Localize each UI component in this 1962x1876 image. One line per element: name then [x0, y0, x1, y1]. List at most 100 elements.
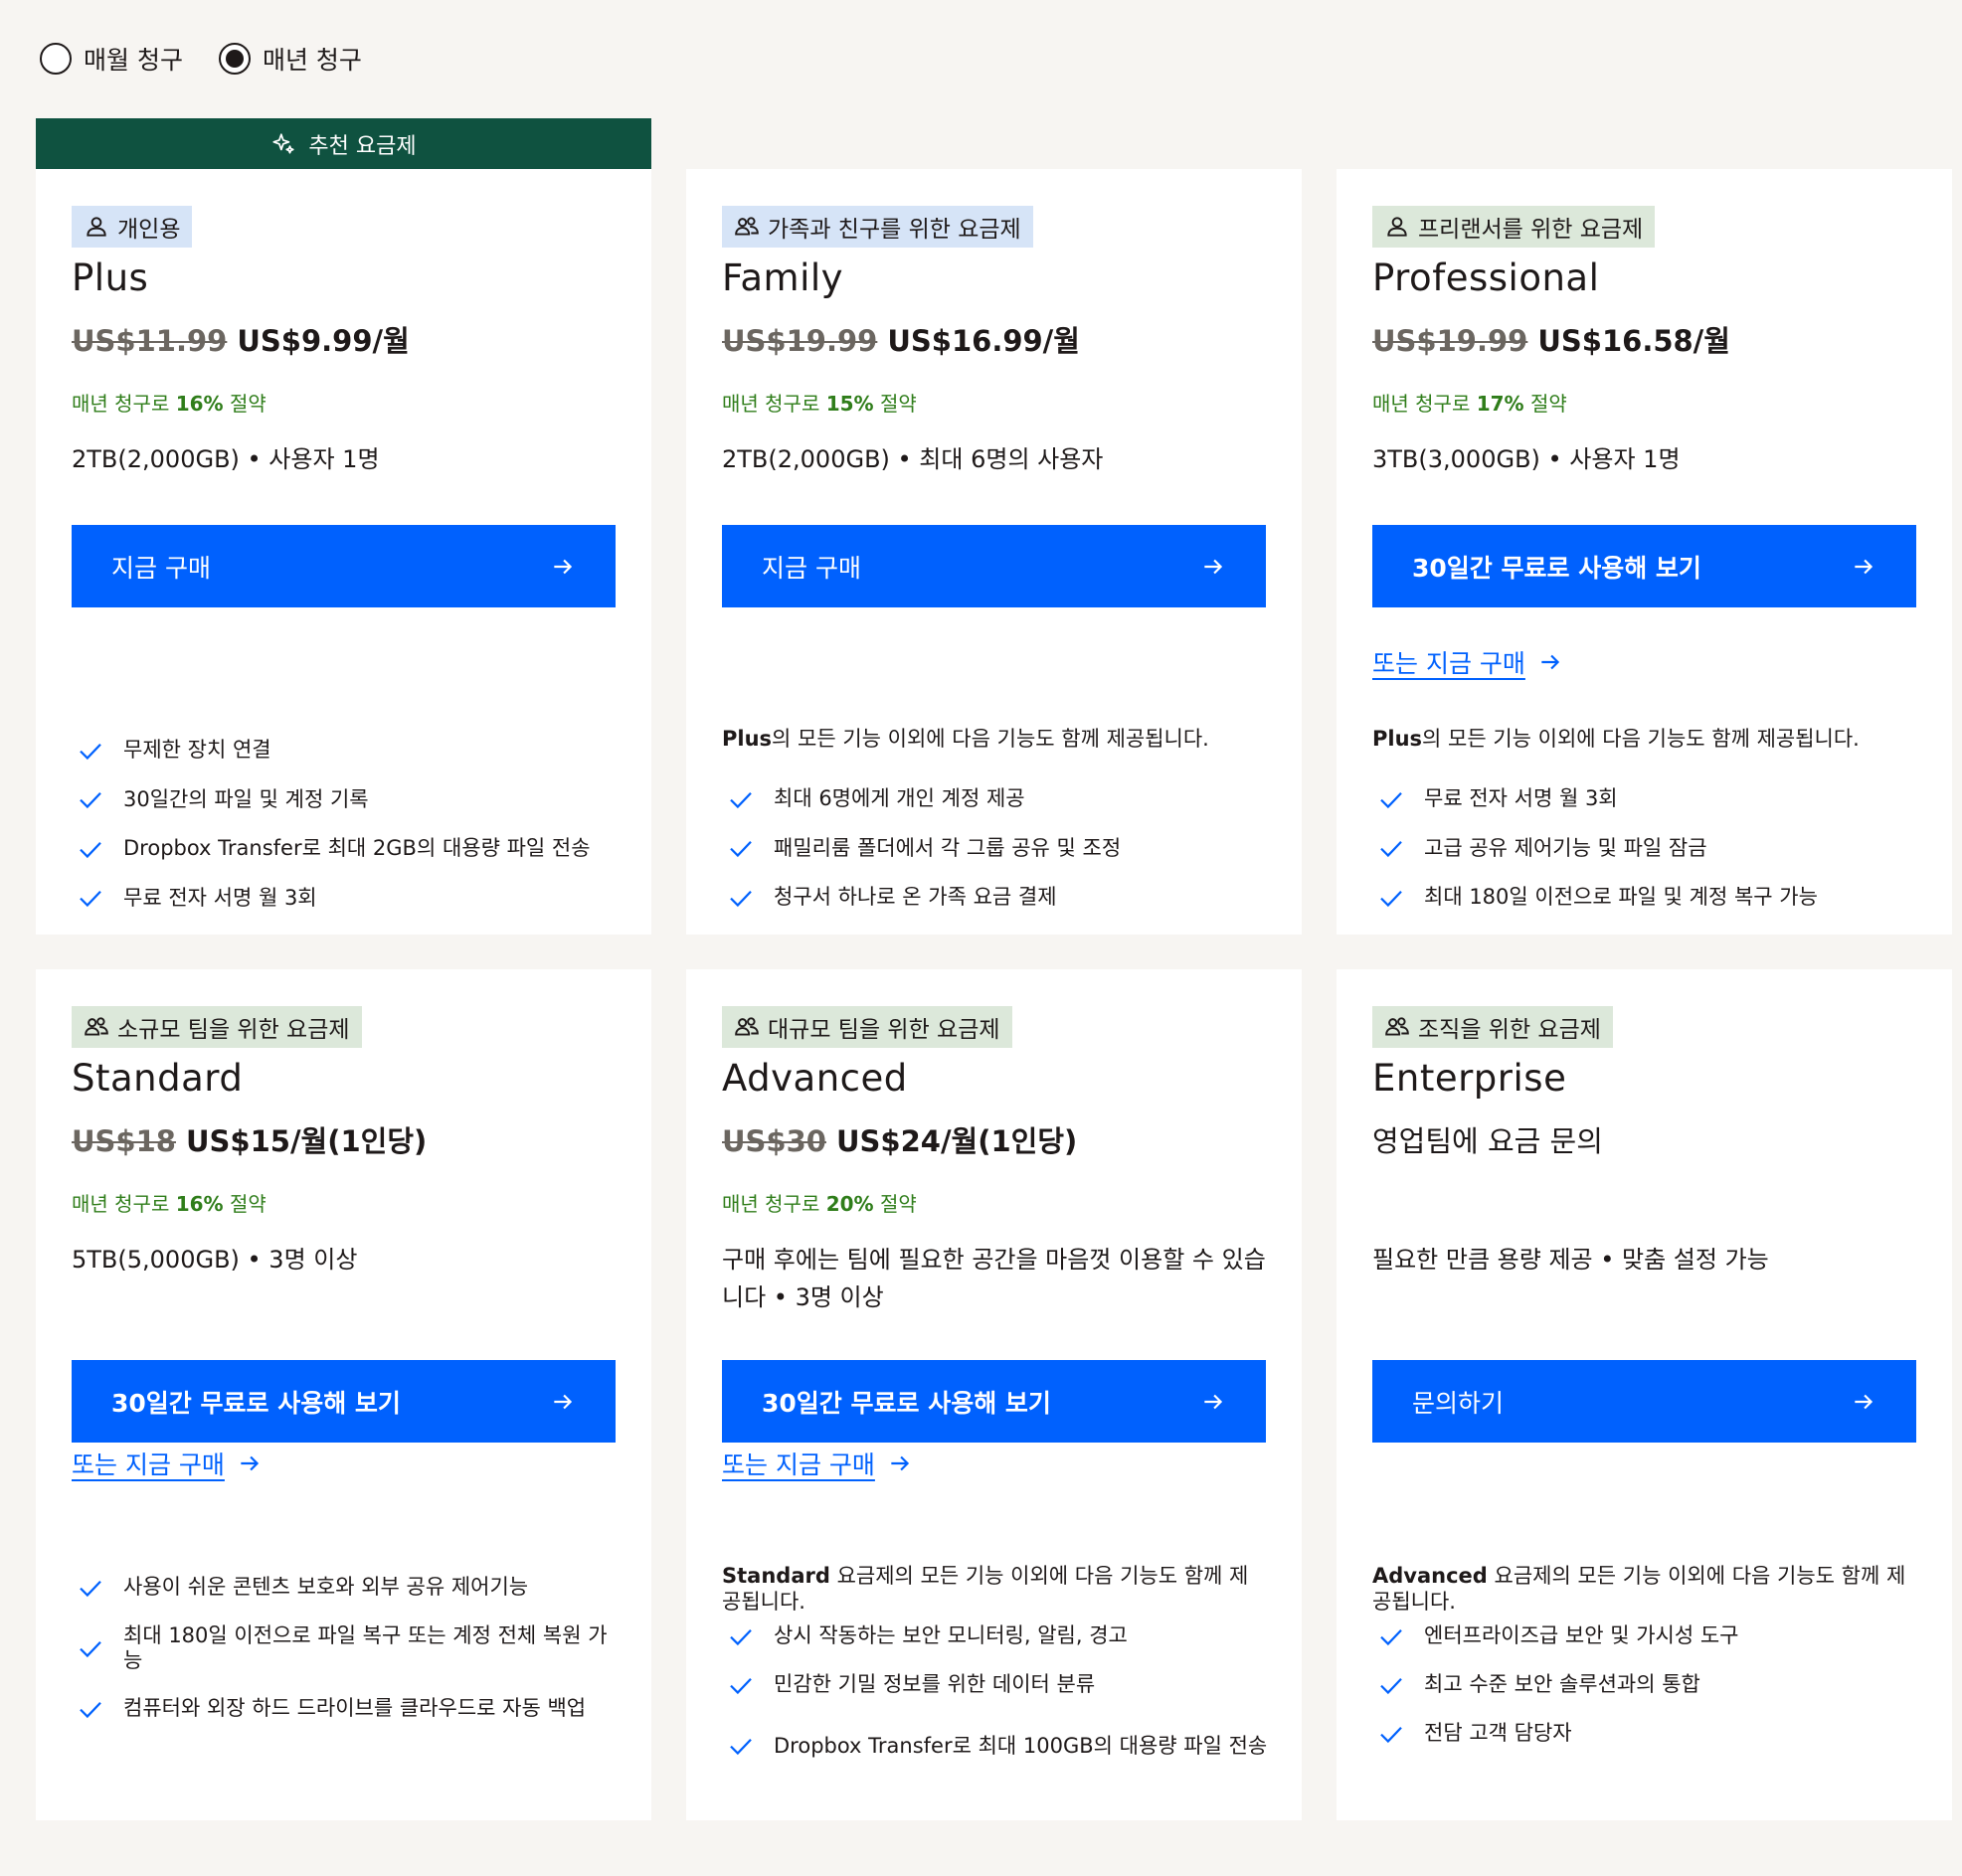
check-icon [1380, 791, 1402, 808]
feature-item: 무료 전자 서명 월 3회 [1372, 774, 1924, 824]
check-icon [730, 1628, 752, 1645]
old-price: US$19.99 [722, 324, 878, 358]
current-price: US$15/월(1인당) [185, 1124, 428, 1158]
people-icon [85, 1017, 108, 1036]
plan-tag: 가족과 친구를 위한 요금제 [722, 206, 1033, 248]
feature-item: 컴퓨터와 외장 하드 드라이브를 클라우드로 자동 백업 [72, 1684, 624, 1733]
buy-now-link[interactable]: 또는 지금 구매 [1372, 644, 1563, 680]
plan-tag-label: 조직을 위한 요금제 [1418, 1017, 1601, 1043]
plan-card-plus: 개인용 Plus US$11.99 US$9.99/월 매년 청구로 16% 절약… [36, 169, 651, 935]
billing-monthly-label: 매월 청구 [84, 46, 183, 75]
plan-tag-label: 개인용 [117, 217, 181, 243]
check-icon [80, 841, 101, 858]
feature-list: 상시 작동하는 보안 모니터링, 알림, 경고 민감한 기밀 정보를 위한 데이… [722, 1612, 1274, 1783]
feature-item: 상시 작동하는 보안 모니터링, 알림, 경고 [722, 1612, 1274, 1660]
plan-name: Professional [1372, 256, 1600, 299]
feature-item: 무료 전자 서명 월 3회 [72, 874, 624, 924]
feature-item: 30일간의 파일 및 계정 기록 [72, 775, 624, 825]
check-icon [730, 1677, 752, 1694]
storage-info: 구매 후에는 팀에 필요한 공간을 마음껏 이용할 수 있습니다 • 3명 이상 [722, 1246, 1266, 1311]
feature-item: 전담 고객 담당자 [1372, 1709, 1924, 1758]
free-trial-button[interactable]: 30일간 무료로 사용해 보기 [722, 1360, 1266, 1443]
recommended-banner: 추천 요금제 [36, 118, 651, 169]
free-trial-button[interactable]: 30일간 무료로 사용해 보기 [1372, 525, 1916, 607]
plan-card-professional: 프리랜서를 위한 요금제 Professional US$19.99 US$16.… [1337, 169, 1952, 935]
feature-item: 고급 공유 제어기능 및 파일 잠금 [1372, 824, 1924, 874]
people-icon [735, 217, 759, 236]
feature-item: 최대 6명에게 개인 계정 제공 [722, 774, 1274, 824]
check-icon [1380, 1677, 1402, 1694]
sparkle-icon [272, 132, 295, 154]
check-icon [730, 791, 752, 808]
recommended-banner-label: 추천 요금제 [308, 133, 417, 159]
plan-card-advanced: 대규모 팀을 위한 요금제 Advanced US$30 US$24/월(1인당)… [686, 969, 1302, 1820]
arrow-right-icon [1204, 559, 1223, 574]
feature-item: 최대 180일 이전으로 파일 및 계정 복구 가능 [1372, 873, 1924, 923]
check-icon [1380, 890, 1402, 907]
check-icon [80, 891, 101, 908]
storage-info: 3TB(3,000GB) • 사용자 1명 [1372, 445, 1681, 473]
arrow-right-icon [1204, 1394, 1223, 1409]
feature-list: 최대 6명에게 개인 계정 제공 패밀리룸 폴더에서 각 그룹 공유 및 조정 … [722, 774, 1274, 923]
plan-name: Enterprise [1372, 1057, 1567, 1100]
features-intro: Standard 요금제의 모든 기능 이외에 다음 기능도 함께 제공됩니다. [722, 1564, 1249, 1614]
check-icon [730, 841, 752, 858]
storage-info: 2TB(2,000GB) • 사용자 1명 [72, 445, 380, 473]
features-intro: Plus의 모든 기능 이외에 다음 기능도 함께 제공됩니다. [1372, 727, 1860, 751]
storage-info: 필요한 만큼 용량 제공 • 맞춤 설정 가능 [1372, 1246, 1769, 1274]
check-icon [1380, 841, 1402, 858]
contact-button[interactable]: 문의하기 [1372, 1360, 1916, 1443]
check-icon [80, 743, 101, 760]
plan-price: US$11.99 US$9.99/월 [72, 318, 410, 360]
plan-name: Standard [72, 1057, 244, 1100]
radio-monthly[interactable] [40, 43, 72, 75]
feature-item: 무제한 장치 연결 [72, 726, 624, 775]
old-price: US$30 [722, 1124, 826, 1158]
check-icon [80, 1640, 101, 1657]
buy-now-link[interactable]: 또는 지금 구매 [72, 1446, 263, 1481]
current-price: US$16.58/월 [1537, 324, 1730, 358]
features-intro: Plus의 모든 기능 이외에 다음 기능도 함께 제공됩니다. [722, 727, 1209, 751]
arrow-right-icon [554, 1394, 573, 1409]
arrow-right-icon [1855, 1394, 1873, 1409]
people-icon [735, 1017, 759, 1036]
billing-toggle: 매월 청구 매년 청구 [40, 38, 362, 80]
savings-text: 매년 청구로 20% 절약 [722, 1192, 917, 1216]
feature-item: Dropbox Transfer로 최대 100GB의 대용량 파일 전송 [722, 1709, 1274, 1783]
check-icon [80, 792, 101, 809]
buy-now-button[interactable]: 지금 구매 [72, 525, 616, 607]
check-icon [80, 1701, 101, 1718]
plan-tag-label: 소규모 팀을 위한 요금제 [117, 1017, 350, 1043]
plan-price: US$19.99 US$16.99/월 [722, 318, 1080, 360]
billing-monthly-option[interactable]: 매월 청구 [40, 41, 183, 77]
storage-info: 2TB(2,000GB) • 최대 6명의 사용자 [722, 445, 1104, 473]
plan-tag-label: 가족과 친구를 위한 요금제 [768, 217, 1021, 243]
people-icon [1385, 1017, 1409, 1036]
plan-card-enterprise: 조직을 위한 요금제 Enterprise 영업팀에 요금 문의 필요한 만큼 … [1337, 969, 1952, 1820]
plan-tag: 프리랜서를 위한 요금제 [1372, 206, 1656, 248]
old-price: US$19.99 [1372, 324, 1528, 358]
plan-card-family: 가족과 친구를 위한 요금제 Family US$19.99 US$16.99/월… [686, 169, 1302, 935]
savings-text: 매년 청구로 16% 절약 [72, 1192, 267, 1216]
savings-text: 매년 청구로 16% 절약 [72, 392, 267, 416]
check-icon [1380, 1628, 1402, 1645]
feature-item: 민감한 기밀 정보를 위한 데이터 분류 [722, 1660, 1274, 1709]
plan-price: US$30 US$24/월(1인당) [722, 1118, 1077, 1160]
buy-now-button[interactable]: 지금 구매 [722, 525, 1266, 607]
contact-sales-text: 영업팀에 요금 문의 [1372, 1124, 1603, 1158]
storage-info: 5TB(5,000GB) • 3명 이상 [72, 1246, 358, 1274]
plan-tag: 개인용 [72, 206, 193, 248]
billing-annual-option[interactable]: 매년 청구 [218, 41, 362, 77]
feature-item: Dropbox Transfer로 최대 2GB의 대용량 파일 전송 [72, 824, 624, 874]
person-icon [87, 217, 106, 237]
plan-name: Family [722, 256, 844, 299]
arrow-right-icon [1855, 559, 1873, 574]
buy-now-link[interactable]: 또는 지금 구매 [722, 1446, 913, 1481]
feature-item: 사용이 쉬운 콘텐츠 보호와 외부 공유 제어기능 [72, 1563, 624, 1612]
check-icon [730, 890, 752, 907]
radio-annual[interactable] [218, 43, 251, 75]
check-icon [1380, 1726, 1402, 1743]
feature-item: 최고 수준 보안 솔루션과의 통합 [1372, 1660, 1924, 1709]
free-trial-button[interactable]: 30일간 무료로 사용해 보기 [72, 1360, 616, 1443]
plan-tag: 조직을 위한 요금제 [1372, 1006, 1613, 1048]
